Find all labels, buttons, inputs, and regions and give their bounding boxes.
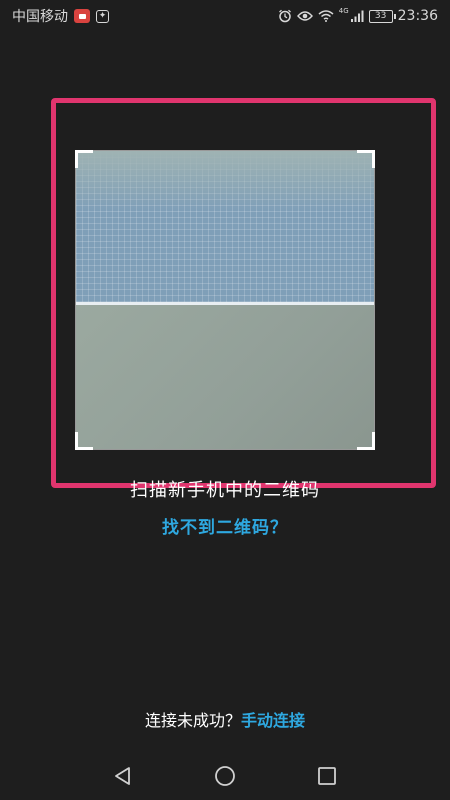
navigation-bar — [0, 752, 450, 800]
connection-failed-text: 连接未成功？ — [144, 711, 241, 730]
clock: 23:36 — [397, 8, 438, 24]
carrier-label: 中国移动 — [12, 9, 68, 25]
connection-failed-row: 连接未成功？手动连接 — [0, 707, 450, 731]
wifi-icon — [318, 10, 334, 22]
recents-icon[interactable] — [313, 762, 341, 790]
manual-connect-link[interactable]: 手动连接 — [241, 711, 305, 730]
status-bar: 中国移动 ✦ 4G 33 23:36 — [0, 0, 450, 32]
screen: 中国移动 ✦ 4G 33 23:36 扫描新手机中的二维码 找不到二维码？ 连接… — [0, 0, 450, 800]
qr-not-found-link[interactable]: 找不到二维码？ — [0, 513, 450, 538]
video-record-icon — [74, 9, 90, 23]
status-right: 4G 33 23:36 — [278, 7, 438, 24]
app-notification-icon: ✦ — [96, 9, 109, 23]
signal-icon — [350, 10, 364, 22]
alarm-icon — [278, 9, 292, 23]
scan-hint-text: 扫描新手机中的二维码 — [130, 480, 320, 501]
eye-comfort-icon — [296, 10, 313, 22]
home-icon[interactable] — [211, 762, 239, 790]
highlight-annotation-box — [51, 98, 436, 488]
back-icon[interactable] — [109, 762, 137, 790]
status-left: 中国移动 ✦ — [12, 6, 109, 26]
battery-icon: 33 — [368, 9, 396, 23]
network-type-label: 4G — [338, 7, 349, 15]
